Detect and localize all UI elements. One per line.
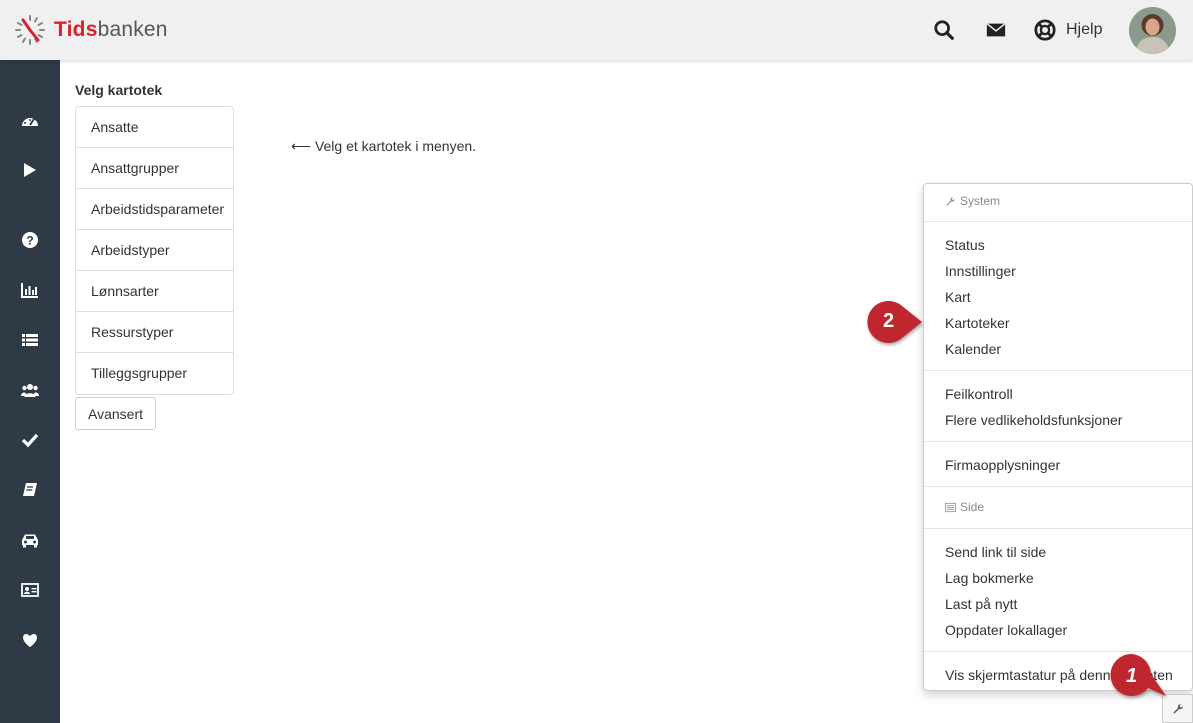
- wrench-icon: [946, 196, 956, 206]
- help-label: Hjelp: [1066, 21, 1103, 38]
- category-item-lonnsarter[interactable]: Lønnsarter: [76, 271, 233, 312]
- user-avatar[interactable]: [1129, 7, 1176, 54]
- menu-header-system: System: [945, 194, 1000, 208]
- sidebar-item-play[interactable]: [0, 150, 60, 190]
- menu-item-status[interactable]: Status: [945, 237, 985, 253]
- users-icon: [21, 384, 39, 397]
- sidebar-item-users[interactable]: [0, 370, 60, 410]
- wrench-icon: [1173, 703, 1183, 713]
- menu-divider: [924, 221, 1192, 222]
- menu-divider: [924, 441, 1192, 442]
- select-hint: ⟵ Velg et kartotek i menyen.: [291, 138, 477, 154]
- category-list: Ansatte Ansattgrupper Arbeidstidsparamet…: [75, 106, 234, 395]
- sidebar-item-help[interactable]: ?: [0, 220, 60, 260]
- list-icon: [22, 334, 38, 346]
- sidebar-item-approve[interactable]: [0, 420, 60, 460]
- sidebar-item-list[interactable]: [0, 320, 60, 360]
- menu-item-vedlikehold[interactable]: Flere vedlikeholdsfunksjoner: [945, 412, 1122, 428]
- book-icon: [23, 483, 37, 496]
- car-icon: [22, 534, 38, 548]
- callout-number: 2: [883, 310, 895, 332]
- dashboard-icon: [22, 118, 38, 126]
- menu-item-innstillinger[interactable]: Innstillinger: [945, 263, 1016, 279]
- sidebar-item-id-card[interactable]: [0, 570, 60, 610]
- sidebar-item-dashboard[interactable]: [0, 102, 60, 142]
- top-header: Tidsbanken Hjelp: [0, 0, 1193, 60]
- envelope-icon[interactable]: [984, 18, 1008, 42]
- advanced-button[interactable]: Avansert: [75, 397, 156, 430]
- category-item-tilleggsgrupper[interactable]: Tilleggsgrupper: [76, 353, 233, 394]
- logo-wordmark: Tidsbanken: [54, 18, 168, 41]
- page-title: Velg kartotek: [75, 82, 163, 98]
- menu-item-feilkontroll[interactable]: Feilkontroll: [945, 386, 1013, 402]
- menu-divider: [924, 370, 1192, 371]
- callout-step-2: 2: [866, 299, 926, 347]
- menu-header-side: Side: [945, 500, 984, 514]
- menu-item-update-storage[interactable]: Oppdater lokallager: [945, 622, 1067, 638]
- logo-clock-icon: [15, 15, 45, 45]
- sidebar-item-favorites[interactable]: [0, 620, 60, 660]
- menu-item-kalender[interactable]: Kalender: [945, 341, 1001, 357]
- play-icon: [24, 163, 36, 177]
- menu-item-kart[interactable]: Kart: [945, 289, 971, 305]
- menu-item-bookmark[interactable]: Lag bokmerke: [945, 570, 1034, 586]
- category-item-ansattgrupper[interactable]: Ansattgrupper: [76, 148, 233, 189]
- id-card-icon: [21, 583, 39, 597]
- check-icon: [21, 433, 39, 448]
- callout-number: 1: [1126, 665, 1138, 687]
- menu-item-kartoteker[interactable]: Kartoteker: [945, 315, 1010, 331]
- category-item-ansatte[interactable]: Ansatte: [76, 107, 233, 148]
- category-item-arbeidstyper[interactable]: Arbeidstyper: [76, 230, 233, 271]
- category-item-arbeidstidsparameter[interactable]: Arbeidstidsparameter: [76, 189, 233, 230]
- sidebar-item-vehicle[interactable]: [0, 520, 60, 560]
- help-link[interactable]: Hjelp: [1034, 18, 1102, 42]
- heart-icon: [23, 634, 37, 647]
- bar-chart-icon: [21, 283, 38, 298]
- question-icon: ?: [22, 232, 38, 248]
- system-menu: System Status Innstillinger Kart Kartote…: [923, 183, 1193, 691]
- sidebar: ?: [0, 60, 60, 723]
- list-alt-icon: [945, 502, 956, 512]
- sidebar-item-reports[interactable]: [0, 270, 60, 310]
- svg-text:?: ?: [26, 234, 33, 248]
- category-item-ressurstyper[interactable]: Ressurstyper: [76, 312, 233, 353]
- tidsbanken-logo[interactable]: Tidsbanken: [14, 14, 168, 46]
- sidebar-item-book[interactable]: [0, 470, 60, 510]
- callout-step-1: 1: [1108, 652, 1170, 700]
- menu-item-send-link[interactable]: Send link til side: [945, 544, 1046, 560]
- lifebuoy-icon: [1034, 19, 1056, 41]
- menu-item-firmaopplysninger[interactable]: Firmaopplysninger: [945, 457, 1060, 473]
- menu-divider: [924, 486, 1192, 487]
- menu-divider: [924, 528, 1192, 529]
- search-icon[interactable]: [932, 18, 956, 42]
- menu-item-reload[interactable]: Last på nytt: [945, 596, 1017, 612]
